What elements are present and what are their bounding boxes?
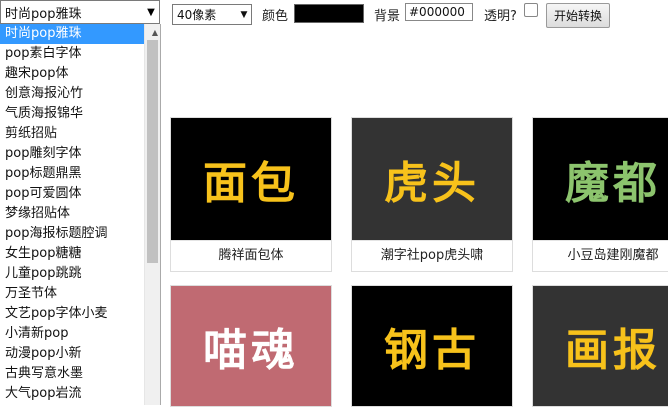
background-input[interactable]: #000000 (405, 3, 473, 21)
font-card[interactable]: 虎头潮字社pop虎头啸 (351, 117, 513, 272)
size-select-value: 40像素 (177, 8, 217, 22)
font-preview-text: 虎头 (384, 158, 480, 209)
font-option[interactable]: pop雕刻字体 (0, 144, 160, 164)
font-option[interactable]: 剪纸招贴 (0, 124, 160, 144)
font-option[interactable]: 气质海报锦华 (0, 104, 160, 124)
font-preview-image[interactable]: 喵魂 (171, 286, 331, 406)
font-option[interactable]: pop海报标题腔调 (0, 224, 160, 244)
scrollbar-thumb[interactable] (147, 40, 158, 263)
chevron-down-icon[interactable]: ▼ (237, 10, 251, 20)
size-select[interactable]: 40像素 ▼ (172, 4, 252, 25)
font-preview-image[interactable]: 魔都 (533, 118, 668, 240)
font-option[interactable]: pop可爱圆体 (0, 184, 160, 204)
font-select-value: 时尚pop雅珠 (5, 6, 82, 22)
font-preview-image[interactable]: 虎头 (352, 118, 512, 240)
font-card-caption[interactable]: 潮字社pop虎头啸 (352, 240, 512, 271)
font-card-caption[interactable]: 腾祥面包体 (171, 240, 331, 271)
background-label: 背景 (374, 9, 401, 24)
font-option[interactable]: 儿童pop跳跳 (0, 264, 160, 284)
font-card[interactable]: 喵魂 (170, 285, 332, 407)
font-card[interactable]: 魔都小豆岛建刚魔都 (532, 117, 668, 272)
font-option[interactable]: pop素白字体 (0, 44, 160, 64)
color-label: 颜色 (262, 9, 289, 24)
font-select[interactable]: 时尚pop雅珠 ▼ (0, 0, 160, 24)
font-dropdown-list: 时尚pop雅珠 pop素白字体 趣宋pop体 创意海报沁竹 气质海报锦华 剪纸招贴 pop雕… (0, 24, 161, 405)
font-preview-image[interactable]: 钢古 (352, 286, 512, 406)
font-option[interactable]: 古典写意水墨 (0, 364, 160, 384)
font-option[interactable]: 万圣节体 (0, 284, 160, 304)
font-preview-image[interactable]: 画报 (533, 286, 668, 406)
transparent-checkbox[interactable] (524, 3, 538, 17)
font-preview-text: 喵魂 (203, 325, 299, 376)
color-picker[interactable] (294, 4, 364, 23)
font-option[interactable]: 大气pop岩流 (0, 384, 160, 404)
font-preview-text: 面包 (203, 158, 299, 209)
font-card[interactable]: 画报 (532, 285, 668, 407)
transparent-label: 透明? (484, 9, 517, 24)
font-option[interactable]: pop标题鼎黑 (0, 164, 160, 184)
font-option[interactable]: 文艺pop字体小麦 (0, 304, 160, 324)
font-option[interactable]: 梦缘招贴体 (0, 204, 160, 224)
dropdown-scrollbar[interactable]: ▲ (144, 24, 160, 405)
font-preview-image[interactable]: 面包 (171, 118, 331, 240)
font-preview-text: 钢古 (384, 325, 480, 376)
font-option[interactable]: 趣宋pop体 (0, 64, 160, 84)
font-option[interactable]: 时尚pop雅珠 (0, 24, 160, 44)
scroll-up-icon[interactable]: ▲ (152, 28, 158, 37)
font-option[interactable]: 女生pop糖糖 (0, 244, 160, 264)
font-card-caption[interactable]: 小豆岛建刚魔都 (533, 240, 668, 271)
font-option[interactable]: 创意海报沁竹 (0, 84, 160, 104)
font-option[interactable]: 动漫pop小新 (0, 344, 160, 364)
font-card[interactable]: 钢古 (351, 285, 513, 407)
font-option[interactable]: 小清新pop (0, 324, 160, 344)
convert-button[interactable]: 开始转换 (546, 3, 610, 28)
chevron-down-icon[interactable]: ▼ (143, 7, 159, 18)
font-preview-text: 魔都 (565, 158, 661, 209)
font-card[interactable]: 面包 腾祥面包体 (170, 117, 332, 272)
font-preview-text: 画报 (565, 325, 661, 376)
